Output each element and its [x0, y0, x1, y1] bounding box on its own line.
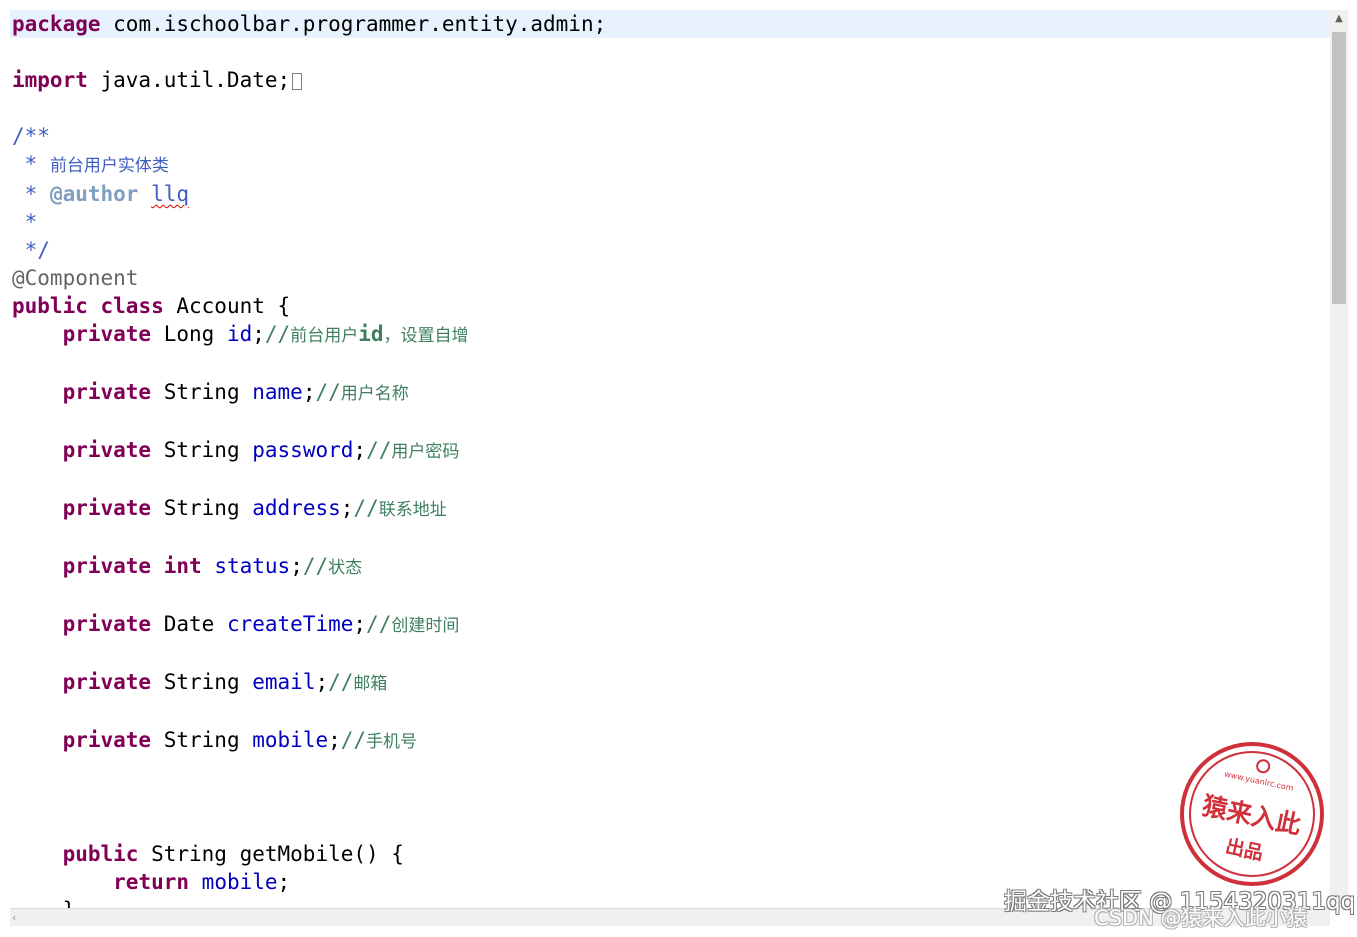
javadoc-author-line: * @author llq: [12, 182, 190, 206]
code-line: import java.util.Date;: [12, 66, 606, 94]
method-close: }: [12, 896, 606, 908]
javadoc-close: */: [12, 238, 50, 262]
vertical-scrollbar[interactable]: ▲: [1330, 10, 1348, 908]
fold-marker-icon[interactable]: [292, 73, 303, 90]
code-line: package com.ischoolbar.programmer.entity…: [12, 12, 607, 36]
chevron-up-icon[interactable]: ▲: [1330, 10, 1348, 28]
scrollbar-thumb[interactable]: [1332, 32, 1346, 304]
annotation-line: @Component: [12, 266, 139, 290]
csdn-watermark: CSDN @猿来入此小猿: [1094, 906, 1308, 930]
field-line: private String password;//用户密码: [62, 438, 460, 462]
chevron-left-icon[interactable]: ‹: [12, 909, 16, 927]
javadoc-author-name: llq: [151, 182, 190, 206]
field-line: private String name;//用户名称: [62, 380, 409, 404]
method-declaration: public String getMobile() {: [62, 842, 404, 866]
field-line: private String address;//联系地址: [62, 496, 447, 520]
field-line: private String mobile;//手机号: [62, 728, 418, 752]
field-line: private String email;//邮箱: [62, 670, 388, 694]
field-line: private int status;//状态: [62, 554, 363, 578]
class-declaration: public class Account {: [12, 294, 291, 318]
field-line: private Long id;//前台用户id，设置自增: [62, 322, 469, 346]
javadoc-desc-line: * 前台用户实体类: [12, 152, 169, 176]
javadoc-blank: *: [12, 210, 38, 234]
code-editor[interactable]: package com.ischoolbar.programmer.entity…: [10, 10, 1330, 908]
javadoc-desc: 前台用户实体类: [49, 156, 169, 176]
code-text[interactable]: package com.ischoolbar.programmer.entity…: [12, 10, 606, 908]
return-statement: return mobile;: [113, 870, 291, 894]
javadoc-open: /**: [12, 124, 50, 148]
field-line: private Date createTime;//创建时间: [62, 612, 460, 636]
javadoc-author-tag: @author: [49, 182, 139, 206]
